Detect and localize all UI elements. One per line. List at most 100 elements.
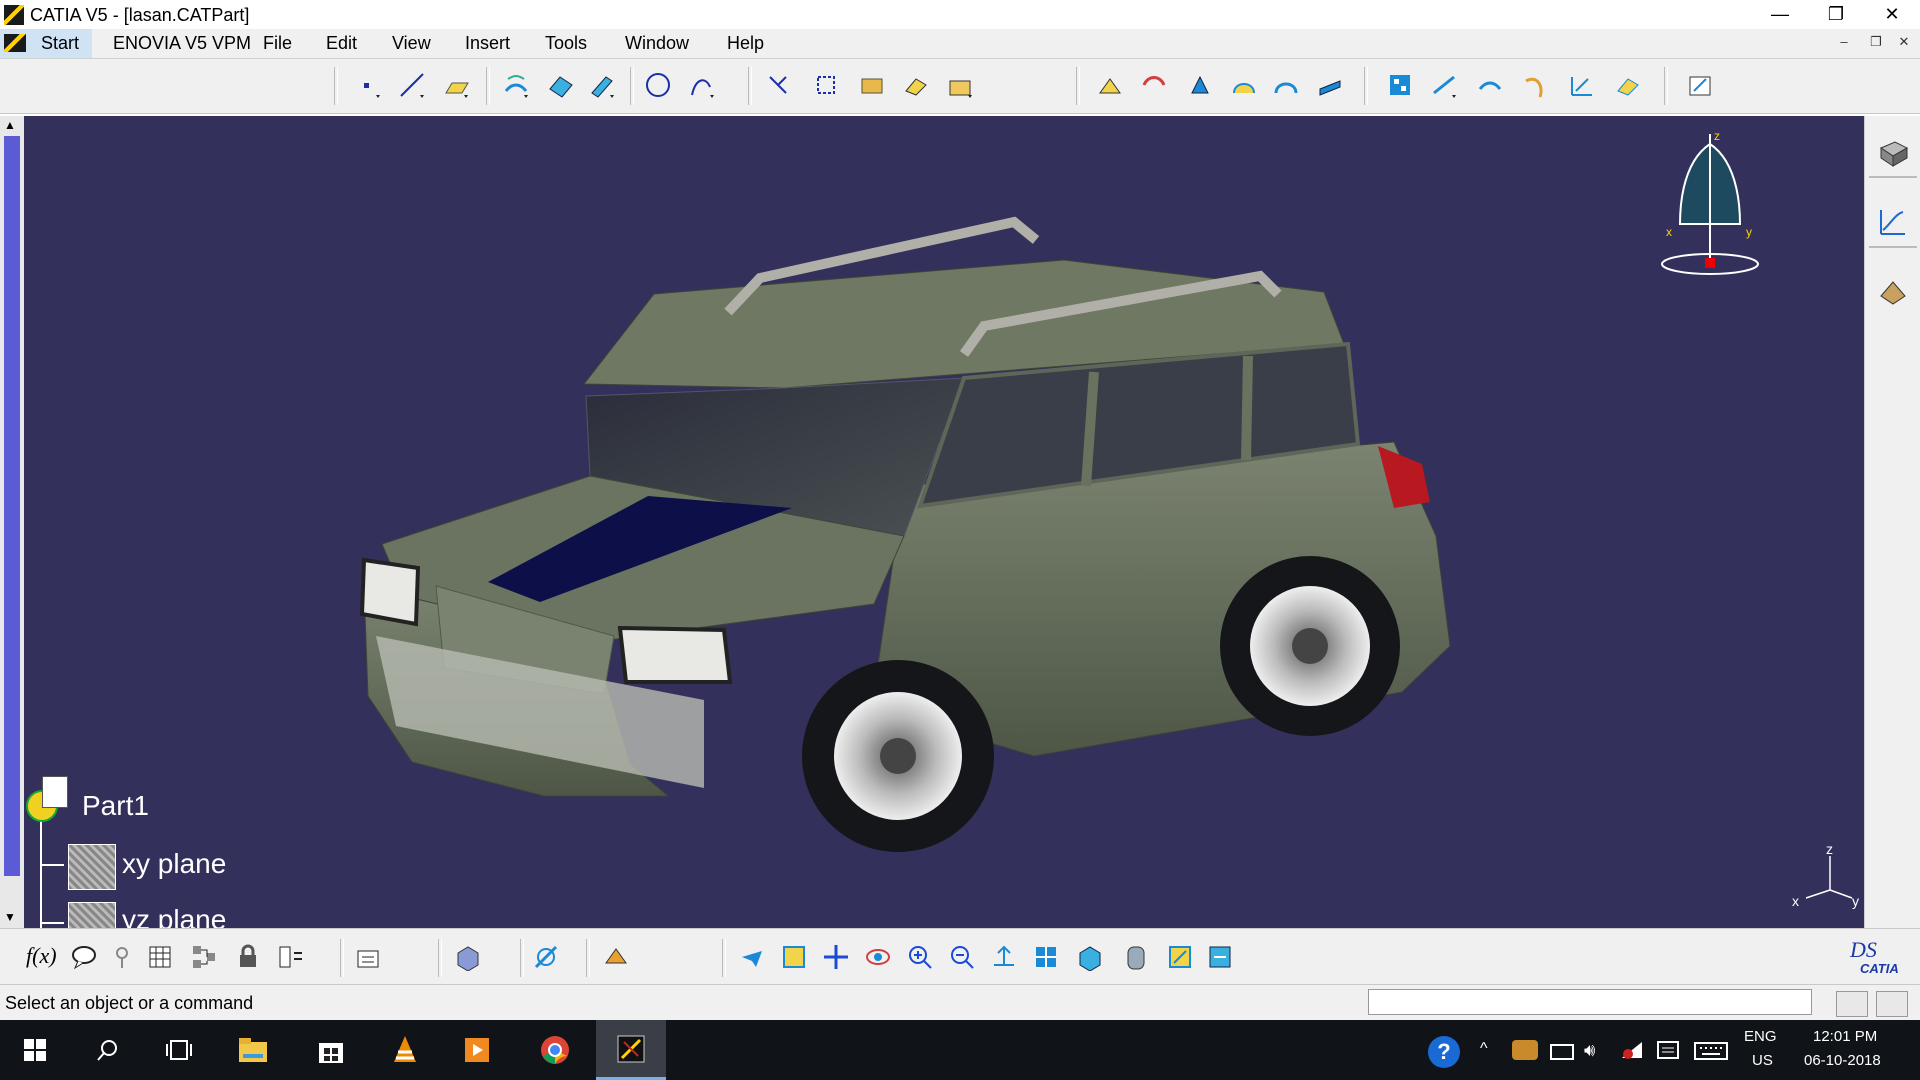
rotate-icon[interactable]: [1184, 69, 1216, 101]
help-icon[interactable]: ?: [1428, 1036, 1460, 1068]
apply-material-icon[interactable]: [600, 941, 632, 973]
iso-view-icon[interactable]: [1074, 941, 1106, 973]
minimize-button[interactable]: —: [1752, 0, 1808, 29]
search-icon[interactable]: [72, 1020, 142, 1080]
symmetry-icon[interactable]: [1228, 69, 1260, 101]
menu-file[interactable]: File: [263, 33, 292, 54]
render-icon[interactable]: [1877, 276, 1909, 308]
scroll-up-icon[interactable]: ▲: [4, 118, 16, 132]
normal-view-icon[interactable]: [988, 941, 1020, 973]
develop-icon[interactable]: [1612, 69, 1644, 101]
power-input-field[interactable]: [1368, 989, 1812, 1015]
menu-window[interactable]: Window: [625, 33, 689, 54]
command-history-button[interactable]: [1876, 991, 1908, 1017]
revolve-surface-icon[interactable]: [544, 69, 576, 101]
3d-viewport[interactable]: z x y z x y Part1 xy plane yz plane: [24, 116, 1864, 928]
extract-icon[interactable]: [944, 69, 976, 101]
menu-help[interactable]: Help: [727, 33, 764, 54]
tree-item-yz-plane[interactable]: yz plane: [122, 904, 226, 928]
workbench-icon[interactable]: [1877, 136, 1909, 168]
trim-icon[interactable]: [856, 69, 888, 101]
plane-icon[interactable]: [440, 69, 472, 101]
tree-item-part1[interactable]: Part1: [82, 790, 149, 822]
translate-icon[interactable]: [1138, 69, 1170, 101]
law-icon[interactable]: [1566, 69, 1598, 101]
sketcher-icon[interactable]: [1684, 69, 1716, 101]
mdi-close-icon[interactable]: ✕: [1894, 34, 1914, 52]
media-player-icon[interactable]: [442, 1020, 512, 1080]
chrome-icon[interactable]: [520, 1020, 590, 1080]
pan-icon[interactable]: [820, 941, 852, 973]
shading-icon[interactable]: [1120, 941, 1152, 973]
scroll-thumb[interactable]: [4, 136, 20, 876]
zoom-out-icon[interactable]: [946, 941, 978, 973]
split-icon[interactable]: [810, 69, 842, 101]
knowledge-icon[interactable]: [106, 941, 138, 973]
show-hidden-icons-icon[interactable]: ^: [1480, 1040, 1488, 1058]
measure-icon[interactable]: [530, 941, 562, 973]
hide-show-icon[interactable]: [1384, 69, 1416, 101]
mdi-restore-icon[interactable]: ❐: [1866, 34, 1886, 52]
restore-button[interactable]: ❐: [1808, 0, 1864, 29]
volume-icon[interactable]: 🔊︎: [1584, 1040, 1595, 1061]
scaling-icon[interactable]: [1270, 69, 1302, 101]
menu-edit[interactable]: Edit: [326, 33, 357, 54]
file-explorer-icon[interactable]: [218, 1020, 288, 1080]
clock-time[interactable]: 12:01 PM: [1813, 1028, 1877, 1045]
fillet-icon[interactable]: [1094, 69, 1126, 101]
clock-date[interactable]: 06-10-2018: [1804, 1052, 1881, 1069]
extrude-surface-icon[interactable]: [500, 69, 532, 101]
zoom-in-icon[interactable]: [904, 941, 936, 973]
comment-icon[interactable]: [68, 941, 100, 973]
formula-button[interactable]: f(x): [26, 943, 57, 969]
compass-icon[interactable]: z x y: [1650, 124, 1770, 284]
swap-visible-space-icon[interactable]: [1204, 941, 1236, 973]
onedrive-icon[interactable]: [1512, 1040, 1538, 1060]
boundary-icon[interactable]: [900, 69, 932, 101]
store-icon[interactable]: [296, 1020, 366, 1080]
fit-all-in-icon[interactable]: [778, 941, 810, 973]
command-button[interactable]: [1836, 991, 1868, 1017]
circle-icon[interactable]: [642, 69, 674, 101]
fly-mode-icon[interactable]: [736, 941, 768, 973]
affinity-icon[interactable]: [1314, 69, 1346, 101]
scroll-down-icon[interactable]: ▼: [4, 910, 16, 924]
wifi-icon[interactable]: [1620, 1040, 1644, 1060]
menu-insert[interactable]: Insert: [465, 33, 510, 54]
graph-icon[interactable]: [1877, 206, 1909, 238]
menu-view[interactable]: View: [392, 33, 431, 54]
sweep-surface-icon[interactable]: [586, 69, 618, 101]
lock-icon[interactable]: [232, 941, 264, 973]
spline-icon[interactable]: [686, 69, 718, 101]
update-icon[interactable]: [352, 941, 384, 973]
language-indicator-line2[interactable]: US: [1752, 1052, 1773, 1069]
task-view-icon[interactable]: [144, 1020, 214, 1080]
point-icon[interactable]: [352, 69, 384, 101]
battery-icon[interactable]: [1550, 1044, 1574, 1060]
windows-start-icon[interactable]: [0, 1020, 70, 1080]
menu-tools[interactable]: Tools: [545, 33, 587, 54]
table-icon[interactable]: [144, 941, 176, 973]
vlc-icon[interactable]: [370, 1020, 440, 1080]
rules-icon[interactable]: [274, 941, 306, 973]
surface-icon[interactable]: [1474, 69, 1506, 101]
join-icon[interactable]: [762, 69, 794, 101]
language-indicator-line1[interactable]: ENG: [1744, 1028, 1777, 1045]
curve-icon[interactable]: [1520, 69, 1552, 101]
keyboard-icon[interactable]: [1694, 1042, 1728, 1060]
action-center-icon[interactable]: [1656, 1040, 1680, 1060]
menu-enovia[interactable]: ENOVIA V5 VPM: [113, 33, 251, 54]
rotate-view-icon[interactable]: [862, 941, 894, 973]
solid-icon[interactable]: [452, 941, 484, 973]
hide-icon[interactable]: [1164, 941, 1196, 973]
tree-item-xy-plane[interactable]: xy plane: [122, 848, 226, 880]
multi-view-icon[interactable]: [1030, 941, 1062, 973]
line-icon[interactable]: [396, 69, 428, 101]
parameters-icon[interactable]: [188, 941, 220, 973]
mdi-minimize-icon[interactable]: –: [1834, 34, 1854, 52]
menu-start[interactable]: Start: [0, 29, 92, 58]
sketch-icon[interactable]: [1428, 69, 1460, 101]
vertical-scrollbar[interactable]: ▲ ▼: [0, 116, 24, 928]
catia-taskbar-button[interactable]: [596, 1020, 666, 1080]
close-button[interactable]: ✕: [1864, 0, 1920, 29]
